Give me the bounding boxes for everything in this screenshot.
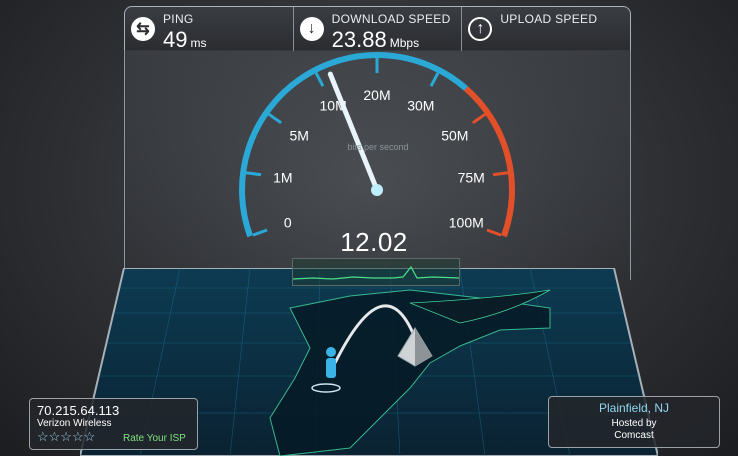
gauge-tick-label-7: 75M xyxy=(458,170,485,186)
gauge-tick-0 xyxy=(252,228,268,237)
gauge-tick-label-1: 1M xyxy=(273,170,292,186)
gauge-tick-labels: 01M5M10M20M30M50M75M100M xyxy=(273,87,485,230)
server-host: Hosted by Comcast xyxy=(549,418,719,442)
host-name: Comcast xyxy=(614,430,654,441)
current-speed-readout: 12.02 xyxy=(340,227,408,257)
gauge-tick-label-0: 0 xyxy=(284,214,292,230)
gauge-tick-3 xyxy=(314,72,325,87)
gauge-tick-label-5: 30M xyxy=(407,98,434,114)
speed-sparkline xyxy=(292,258,460,286)
gauge-tick-label-6: 50M xyxy=(441,128,468,144)
client-person-icon xyxy=(326,347,336,378)
gauge-tick-2 xyxy=(268,113,283,125)
bits-per-second-label: bits per second xyxy=(347,142,409,152)
gauge-tick-label-4: 20M xyxy=(363,87,390,103)
server-info-box[interactable]: Plainfield, NJ Hosted by Comcast xyxy=(548,396,720,448)
rating-stars[interactable]: ☆☆☆☆☆ xyxy=(37,429,95,445)
rate-isp-link[interactable]: Rate Your ISP xyxy=(123,433,186,444)
needle-hub xyxy=(371,184,383,196)
client-info-box: 70.215.64.113 Verizon Wireless ☆☆☆☆☆ Rat… xyxy=(29,398,198,450)
gauge-tick-8 xyxy=(486,228,502,237)
client-ip: 70.215.64.113 xyxy=(37,403,120,418)
server-city: Plainfield, NJ xyxy=(598,401,670,415)
client-isp: Verizon Wireless xyxy=(37,418,112,429)
gauge-tick-5 xyxy=(429,72,440,87)
gauge-tick-label-2: 5M xyxy=(289,128,308,144)
gauge-tick-6 xyxy=(471,113,486,125)
hosted-by-label: Hosted by xyxy=(611,418,657,429)
gauge-tick-1 xyxy=(245,171,262,177)
gauge-tick-label-8: 100M xyxy=(449,214,484,230)
gauge-tick-7 xyxy=(492,171,509,177)
